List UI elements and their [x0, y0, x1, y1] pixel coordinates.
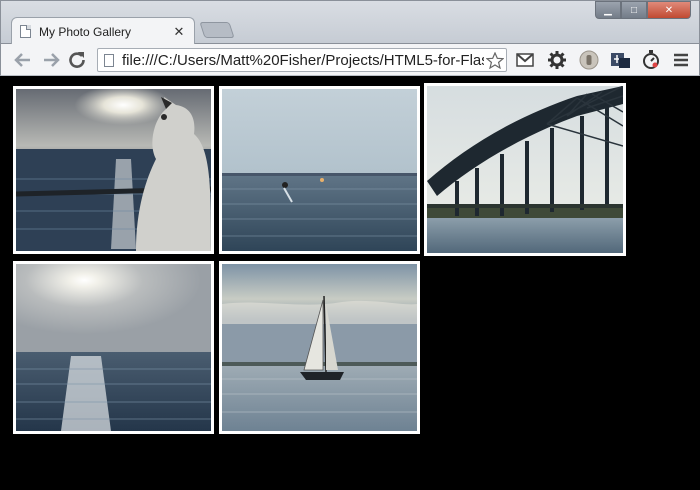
- tab-title: My Photo Gallery: [39, 24, 132, 39]
- minimize-button[interactable]: ▁: [595, 1, 621, 19]
- window-titlebar: My Photo Gallery ✕ ▁ □ ✕: [0, 0, 700, 45]
- browser-toolbar: file:///C:/Users/Matt%20Fisher/Projects/…: [0, 44, 700, 76]
- back-arrow-icon[interactable]: [13, 50, 33, 70]
- window-controls: ▁ □ ✕: [595, 1, 691, 19]
- url-text: file:///C:/Users/Matt%20Fisher/Projects/…: [122, 51, 484, 69]
- gear-icon[interactable]: [547, 50, 567, 70]
- reload-icon[interactable]: [67, 50, 87, 70]
- timer-icon[interactable]: [641, 50, 661, 70]
- gallery-photo-sunset-dog[interactable]: [13, 86, 214, 254]
- gallery-photo-sun-water[interactable]: [13, 261, 214, 434]
- maximize-button[interactable]: □: [621, 1, 647, 19]
- new-tab-button[interactable]: [199, 22, 235, 38]
- gallery-photo-lake-buoy[interactable]: [219, 86, 420, 254]
- address-bar[interactable]: file:///C:/Users/Matt%20Fisher/Projects/…: [97, 48, 507, 72]
- gmail-icon[interactable]: [515, 50, 535, 70]
- document-icon: [20, 25, 31, 38]
- translate-icon[interactable]: [611, 50, 631, 70]
- gallery-photo-bridge[interactable]: [424, 83, 626, 256]
- forward-arrow-icon[interactable]: [41, 50, 61, 70]
- gallery-photo-sailboat[interactable]: [219, 261, 420, 434]
- browser-tab[interactable]: My Photo Gallery ✕: [11, 17, 195, 45]
- star-icon[interactable]: [484, 51, 506, 69]
- gallery-page: [0, 77, 700, 490]
- close-window-button[interactable]: ✕: [647, 1, 691, 19]
- menu-icon[interactable]: [671, 50, 691, 70]
- page-icon: [104, 53, 114, 67]
- tab-close-icon[interactable]: ✕: [172, 24, 186, 40]
- extension-icon[interactable]: [579, 50, 599, 70]
